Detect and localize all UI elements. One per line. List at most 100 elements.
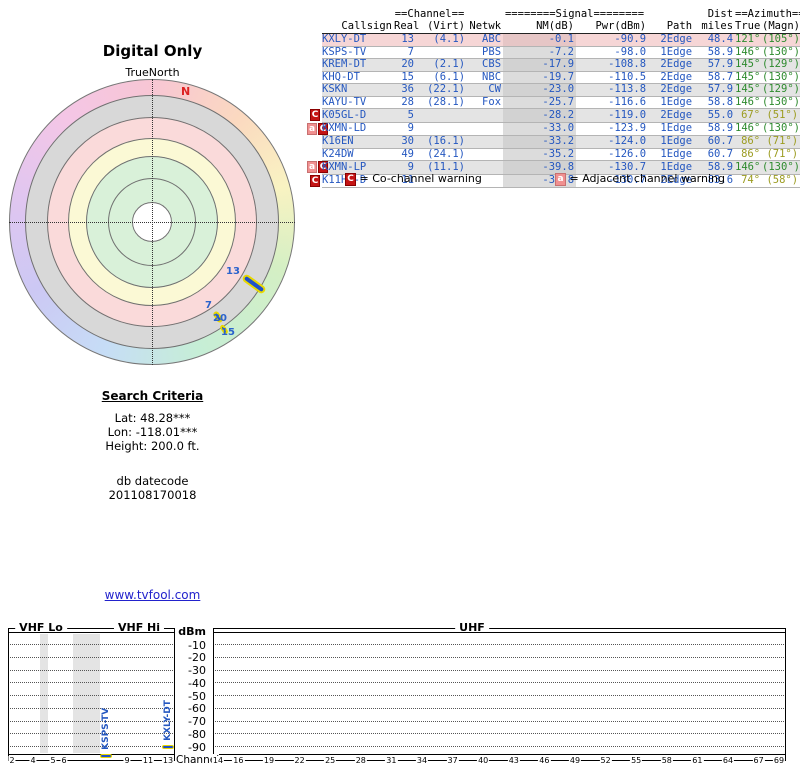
y-axis-tick-label: -30 xyxy=(168,664,206,677)
cell-miles: 58.8 xyxy=(694,96,735,109)
table-row: KSPS-TV7PBS-7.2-98.01Edge58.9146°(130°) xyxy=(306,46,800,59)
x-axis-tick-label: 40 xyxy=(477,756,489,765)
adjacent-channel-warning-icon: a xyxy=(307,161,317,173)
radar-north-label: TrueNorth xyxy=(0,66,305,79)
cell-netwk: PBS xyxy=(467,46,503,59)
cell-real: 36 xyxy=(394,84,416,97)
cell-true_az: 145° xyxy=(735,71,762,84)
col-header-nm: NM(dB) xyxy=(503,21,576,34)
x-axis-tick-label: 64 xyxy=(722,756,734,765)
signal-label-ksps-tv: KSPS-TV xyxy=(101,702,112,750)
cell-nm: -23.0 xyxy=(503,84,576,97)
radar-marker-label-ch7: 7 xyxy=(205,300,212,311)
adjacent-channel-legend-text: = Adjacent channel warning xyxy=(570,172,726,185)
tvfool-link[interactable]: www.tvfool.com xyxy=(0,588,305,602)
cell-pwr: -113.8 xyxy=(576,84,648,97)
radar-title: Digital Only xyxy=(0,42,305,60)
gridline xyxy=(215,695,784,696)
col-header-miles: miles xyxy=(694,21,735,34)
x-axis-tick-label: 6 xyxy=(60,756,67,765)
cell-real: 5 xyxy=(394,109,416,123)
cell-true_az: 74° xyxy=(735,174,762,188)
cell-callsign: K05GL-D xyxy=(322,109,394,123)
cell-path: 2Edge xyxy=(648,34,694,47)
warning-cell: aC xyxy=(306,161,322,175)
cell-true_az: 146° xyxy=(735,96,762,109)
cell-virt: (24.1) xyxy=(416,148,467,161)
latitude-value: Lat: 48.28*** xyxy=(0,411,305,425)
x-axis-tick-label: 67 xyxy=(753,756,765,765)
non-tv-spectrum-band xyxy=(73,634,100,753)
x-axis-tick-label: 58 xyxy=(661,756,673,765)
cell-netwk: ABC xyxy=(467,34,503,47)
col-header-path: Path xyxy=(648,21,694,34)
x-axis-tick-label: 9 xyxy=(123,756,130,765)
cell-callsign: KREM-DT xyxy=(322,59,394,72)
adjacent-channel-warning-icon: a xyxy=(555,173,566,186)
cell-miles: 60.7 xyxy=(694,136,735,149)
cell-path: 2Edge xyxy=(648,109,694,123)
cell-virt: (6.1) xyxy=(416,71,467,84)
x-axis-tick-label: 13 xyxy=(162,756,174,765)
cell-path: 2Edge xyxy=(648,71,694,84)
gridline xyxy=(10,746,173,747)
cell-path: 1Edge xyxy=(648,122,694,136)
x-axis-tick-label: 28 xyxy=(355,756,367,765)
x-axis-tick-label: 69 xyxy=(773,756,785,765)
cell-callsign: K24DW xyxy=(322,148,394,161)
x-axis-tick-label: 34 xyxy=(416,756,428,765)
cell-true_az: 86° xyxy=(735,136,762,149)
cell-netwk xyxy=(467,148,503,161)
cell-virt xyxy=(416,46,467,59)
radar-marker-label-ch13: 13 xyxy=(226,266,240,277)
x-axis-tick-label: 43 xyxy=(508,756,520,765)
cell-miles: 58.9 xyxy=(694,46,735,59)
cell-netwk: CW xyxy=(467,84,503,97)
gridline xyxy=(215,708,784,709)
cell-magn_az: (71°) xyxy=(762,148,800,161)
cell-true_az: 146° xyxy=(735,122,762,136)
cell-nm: -0.1 xyxy=(503,34,576,47)
cell-nm: -35.2 xyxy=(503,148,576,161)
radar-plot: N 13 7 20 15 xyxy=(9,79,295,365)
x-axis-tick-label: 19 xyxy=(263,756,275,765)
cell-virt: (4.1) xyxy=(416,34,467,47)
cell-netwk: Fox xyxy=(467,96,503,109)
longitude-value: Lon: -118.01*** xyxy=(0,425,305,439)
radar-marker-label-ch20: 20 xyxy=(213,313,227,324)
cell-virt: (2.1) xyxy=(416,59,467,72)
cell-magn_az: (71°) xyxy=(762,136,800,149)
x-axis-tick-label: 55 xyxy=(630,756,642,765)
cell-real: 15 xyxy=(394,71,416,84)
dist-group-header: Dist xyxy=(694,9,735,21)
gridline xyxy=(215,721,784,722)
x-axis-tick-label: 49 xyxy=(569,756,581,765)
y-axis-tick-label: -40 xyxy=(168,677,206,690)
cell-callsign: KHQ-DT xyxy=(322,71,394,84)
co-channel-warning-icon: C xyxy=(310,175,320,187)
gridline xyxy=(215,644,784,645)
cell-path: 1Edge xyxy=(648,96,694,109)
y-axis-tick-label: -10 xyxy=(168,639,206,652)
cell-path: 1Edge xyxy=(648,148,694,161)
x-axis-tick-label: 5 xyxy=(49,756,56,765)
cell-real: 9 xyxy=(394,122,416,136)
cell-pwr: -123.9 xyxy=(576,122,648,136)
table-row: K24DW49(24.1)-35.2-126.01Edge60.786°(71°… xyxy=(306,148,800,161)
cell-pwr: -124.0 xyxy=(576,136,648,149)
cell-nm: -25.7 xyxy=(503,96,576,109)
cell-magn_az: (130°) xyxy=(762,96,800,109)
cell-pwr: -126.0 xyxy=(576,148,648,161)
cell-real: 7 xyxy=(394,46,416,59)
table-row: CK05GL-D5-28.2-119.02Edge55.067°(51°) xyxy=(306,109,800,123)
channel-group-header: ==Channel== xyxy=(394,9,467,21)
table-row: KXLY-DT13(4.1)ABC-0.1-90.92Edge48.4121°(… xyxy=(306,34,800,47)
cell-true_az: 67° xyxy=(735,109,762,123)
gridline xyxy=(10,644,173,645)
x-axis-tick-label: 22 xyxy=(294,756,306,765)
col-header-magn: (Magn) xyxy=(762,21,800,34)
table-row: KSKN36(22.1)CW-23.0-113.82Edge57.9145°(1… xyxy=(306,84,800,97)
signal-table-grid: ==Channel== ========Signal======== Dist … xyxy=(306,9,800,188)
cell-pwr: -110.5 xyxy=(576,71,648,84)
cell-path: 2Edge xyxy=(648,84,694,97)
